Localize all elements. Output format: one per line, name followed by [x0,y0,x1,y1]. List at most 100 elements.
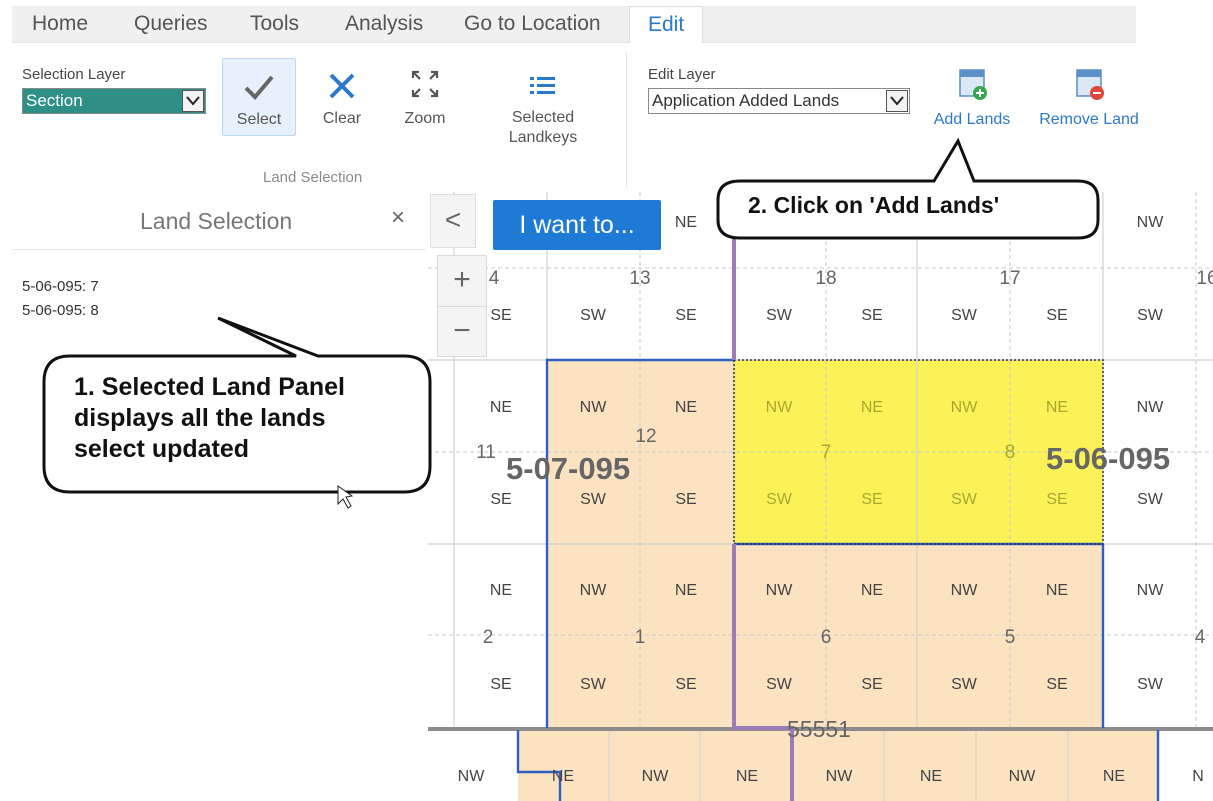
selected-land-item[interactable]: 5-06-095: 7 [22,278,99,295]
selected-landkeys-button[interactable]: Selected Landkeys [500,58,586,158]
land-grid-map: NE NW SE SW SE SW SE SW SE SW NE NW NE N… [428,192,1213,801]
i-want-to-button[interactable]: I want to... [493,200,661,250]
callout-2-text: 2. Click on 'Add Lands' [748,192,1000,218]
selection-layer-select[interactable]: Section [22,88,206,114]
quarter-label: SW [1137,676,1164,693]
quarter-label: SE [675,491,696,508]
section-number: 13 [629,268,650,289]
quarter-label: SW [580,307,607,324]
quarter-label: NE [675,582,697,599]
quarter-label: SE [861,307,882,324]
ribbon-separator [626,52,627,187]
quarter-label: SE [490,491,511,508]
quarter-label: SW [951,676,978,693]
quarter-label: SW [766,307,793,324]
tab-home[interactable]: Home [32,6,88,42]
tab-analysis[interactable]: Analysis [345,6,423,42]
checkmark-icon [244,75,274,100]
quarter-label: NE [1103,768,1125,785]
clear-button-label: Clear [322,110,362,127]
zoom-out-button[interactable]: − [438,307,486,357]
quarter-label: NW [580,399,608,416]
collapse-panel-button[interactable]: < [430,194,476,248]
add-lands-button[interactable]: Add Lands [926,62,1018,140]
section-number: 12 [635,426,656,447]
remove-land-button[interactable]: Remove Land [1036,62,1142,140]
selection-layer-label: Selection Layer [22,66,126,83]
application-land-sections-6-5 [734,544,1103,728]
quarter-label: NW [766,399,794,416]
selected-land-item[interactable]: 5-06-095: 8 [22,302,99,319]
mouse-cursor-icon [337,485,354,509]
section-number: 17 [999,268,1020,289]
quarter-label: NE [490,399,512,416]
zoom-button[interactable]: Zoom [392,58,458,136]
callout-1-line: select updated [74,435,250,463]
map-view[interactable]: NE NW SE SW SE SW SE SW SE SW NE NW NE N… [428,192,1213,801]
section-number: 2 [483,627,494,648]
section-number: 1 [635,627,646,648]
quarter-label: NW [1137,214,1165,231]
zoom-button-label: Zoom [404,110,446,127]
quarter-label: NW [1137,399,1165,416]
selected-landkeys-label: Selected Landkeys [508,109,578,146]
quarter-label: NE [736,768,758,785]
section-number: 16 [1196,268,1213,289]
tab-queries[interactable]: Queries [134,6,208,42]
zoom-control: + − [437,255,487,357]
quarter-label: SE [1046,676,1067,693]
road-number-label: 55551 [787,716,851,742]
quarter-label: SE [1046,307,1067,324]
list-icon [530,77,555,94]
clear-button[interactable]: Clear [310,58,374,136]
quarter-label: NE [675,214,697,231]
township-label: 5-07-095 [506,451,630,486]
select-button-label: Select [236,111,282,128]
section-number: 4 [1195,627,1206,648]
quarter-label: NE [675,399,697,416]
quarter-label: NE [1046,582,1068,599]
chevron-down-icon[interactable] [886,90,908,112]
add-lands-label: Add Lands [933,111,1011,128]
quarter-label: SW [951,491,978,508]
quarter-label: NW [951,582,979,599]
quarter-label: NW [1137,582,1165,599]
section-number: 6 [821,627,832,648]
quarter-label: SE [1046,491,1067,508]
quarter-label: SE [861,491,882,508]
township-label: 5-06-095 [1046,441,1170,476]
quarter-label: NW [766,582,794,599]
quarter-label: SE [490,676,511,693]
quarter-label: SW [580,491,607,508]
close-icon[interactable]: × [391,204,405,232]
quarter-label: SE [490,307,511,324]
quarter-label: SW [1137,491,1164,508]
remove-land-icon [1076,69,1104,100]
zoom-in-button[interactable]: + [438,256,486,307]
land-selection-group-label: Land Selection [263,169,363,186]
quarter-label: SW [766,491,793,508]
close-icon [329,73,355,99]
quarter-label: NW [458,768,486,785]
quarter-label: SW [580,676,607,693]
quarter-label: NE [861,399,883,416]
quarter-label: NW [1009,768,1037,785]
quarter-label: SW [1137,307,1164,324]
chevron-down-icon[interactable] [182,90,204,112]
quarter-label: NW [826,768,854,785]
edit-layer-label: Edit Layer [648,66,716,83]
edit-layer-select[interactable]: Application Added Lands [648,88,910,114]
tab-tools[interactable]: Tools [250,6,299,42]
tab-edit[interactable]: Edit [629,6,704,43]
quarter-label: NW [642,768,670,785]
ribbon-tab-bar: Home Queries Tools Analysis Go to Locati… [12,6,1136,43]
tab-go-to-location[interactable]: Go to Location [464,6,601,42]
select-button[interactable]: Select [222,58,296,136]
section-number: 11 [476,442,496,463]
quarter-label: SE [861,676,882,693]
callout-1-line: displays all the lands [74,404,326,432]
remove-land-label: Remove Land [1039,111,1139,128]
quarter-label: SW [766,676,793,693]
quarter-label: NE [1046,399,1068,416]
quarter-label: SW [951,307,978,324]
